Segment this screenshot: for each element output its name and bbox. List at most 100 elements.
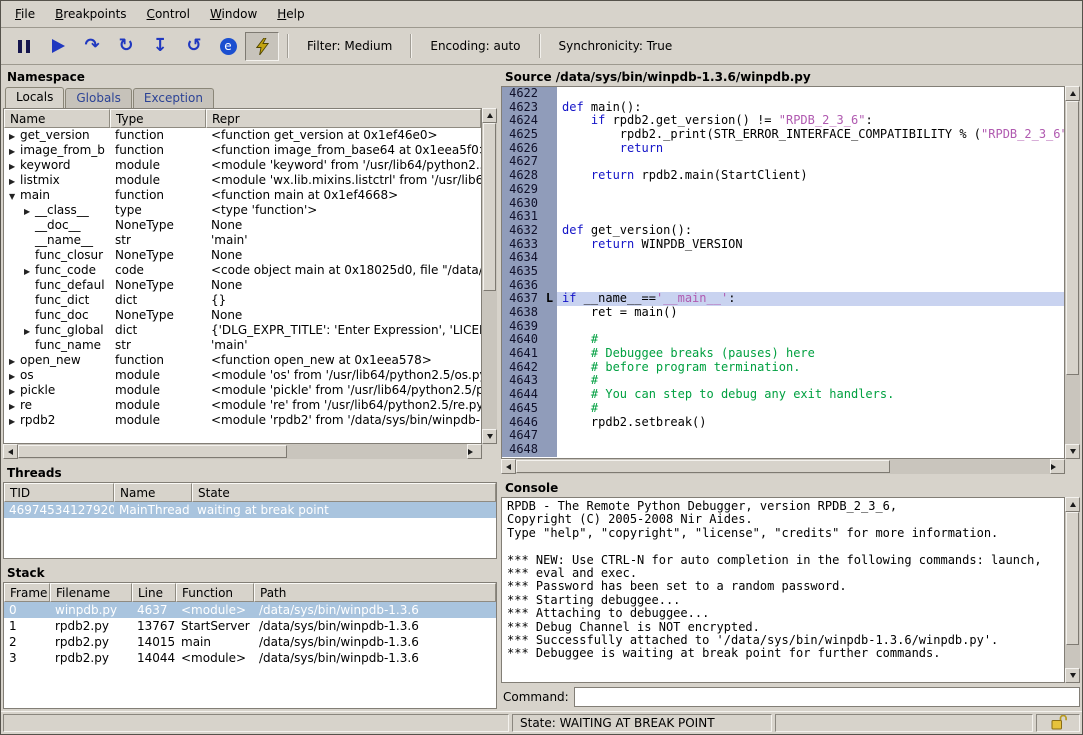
line-number[interactable]: 4634 — [502, 251, 542, 265]
namespace-row[interactable]: ▶remodule<module 're' from '/usr/lib64/p… — [4, 398, 481, 413]
stack-row[interactable]: 2rpdb2.py14015main/data/sys/bin/winpdb-1… — [4, 634, 496, 650]
line-number[interactable]: 4644 — [502, 388, 542, 402]
tab-globals[interactable]: Globals — [65, 88, 132, 108]
menu-item-breakpoints[interactable]: Breakpoints — [45, 3, 136, 25]
line-number[interactable]: 4623 — [502, 101, 542, 115]
expand-arrow-icon[interactable]: ▶ — [24, 264, 35, 278]
column-header-function[interactable]: Function — [176, 583, 254, 602]
column-header-name[interactable]: Name — [4, 109, 110, 128]
menu-item-window[interactable]: Window — [200, 3, 267, 25]
stack-row[interactable]: 0winpdb.py4637<module>/data/sys/bin/winp… — [4, 602, 496, 618]
namespace-row[interactable]: ▼mainfunction<function main at 0x1ef4668… — [4, 188, 481, 203]
namespace-row[interactable]: func_defaulNoneTypeNone — [4, 278, 481, 293]
scroll-thumb[interactable] — [483, 123, 496, 291]
breakpoint-margin[interactable] — [542, 197, 557, 211]
column-header-frame[interactable]: Frame — [4, 583, 50, 602]
menu-item-control[interactable]: Control — [137, 3, 200, 25]
expand-arrow-icon[interactable]: ▶ — [9, 414, 20, 428]
line-number[interactable]: 4630 — [502, 197, 542, 211]
namespace-row[interactable]: func_docNoneTypeNone — [4, 308, 481, 323]
line-number[interactable]: 4633 — [502, 238, 542, 252]
breakpoint-margin[interactable] — [542, 402, 557, 416]
column-header-tid[interactable]: TID — [4, 483, 114, 502]
tab-exception[interactable]: Exception — [133, 88, 214, 108]
line-number[interactable]: 4645 — [502, 402, 542, 416]
namespace-row[interactable]: ▶rpdb2module<module 'rpdb2' from '/data/… — [4, 413, 481, 428]
breakpoint-margin[interactable] — [542, 114, 557, 128]
breakpoint-margin[interactable] — [542, 210, 557, 224]
step-out-button[interactable]: ↧ — [143, 32, 177, 61]
breakpoint-margin[interactable] — [542, 429, 557, 443]
breakpoint-margin[interactable] — [542, 374, 557, 388]
column-header-path[interactable]: Path — [254, 583, 496, 602]
namespace-row[interactable]: func_dictdict{} — [4, 293, 481, 308]
breakpoint-margin[interactable] — [542, 155, 557, 169]
encoding-button[interactable]: e — [211, 32, 245, 61]
line-number[interactable]: 4626 — [502, 142, 542, 156]
expand-arrow-icon[interactable]: ▶ — [9, 144, 20, 158]
breakpoint-margin[interactable] — [542, 416, 557, 430]
step-into-button[interactable]: ↷ — [75, 32, 109, 61]
column-header-type[interactable]: Type — [110, 109, 206, 128]
console-output[interactable]: RPDB - The Remote Python Debugger, versi… — [501, 497, 1065, 683]
expand-arrow-icon[interactable]: ▶ — [9, 399, 20, 413]
scroll-up-button[interactable] — [1065, 86, 1080, 101]
namespace-row[interactable]: ▶listmixmodule<module 'wx.lib.mixins.lis… — [4, 173, 481, 188]
source-vscrollbar[interactable] — [1065, 86, 1080, 459]
console-vscrollbar[interactable] — [1065, 497, 1080, 683]
breakpoint-margin[interactable] — [542, 333, 557, 347]
expand-arrow-icon[interactable]: ▶ — [9, 354, 20, 368]
line-number[interactable]: 4648 — [502, 443, 542, 457]
breakpoint-margin[interactable] — [542, 101, 557, 115]
column-header-line[interactable]: Line — [132, 583, 176, 602]
line-number[interactable]: 4643 — [502, 374, 542, 388]
scroll-thumb[interactable] — [1066, 101, 1079, 375]
scroll-down-button[interactable] — [1065, 444, 1080, 459]
stack-row[interactable]: 3rpdb2.py14044<module>/data/sys/bin/winp… — [4, 650, 496, 666]
line-number[interactable]: 4635 — [502, 265, 542, 279]
scroll-up-button[interactable] — [1065, 497, 1080, 512]
namespace-row[interactable]: func_closurNoneTypeNone — [4, 248, 481, 263]
line-number[interactable]: 4629 — [502, 183, 542, 197]
namespace-row[interactable]: ▶keywordmodule<module 'keyword' from '/u… — [4, 158, 481, 173]
line-number[interactable]: 4647 — [502, 429, 542, 443]
break-button[interactable] — [7, 32, 41, 61]
breakpoint-margin[interactable] — [542, 361, 557, 375]
line-number[interactable]: 4636 — [502, 279, 542, 293]
scroll-track[interactable] — [1065, 512, 1080, 668]
breakpoint-margin[interactable] — [542, 347, 557, 361]
code-editor[interactable]: 46224623def main():4624 if rpdb2.get_ver… — [501, 86, 1065, 459]
breakpoint-margin[interactable] — [542, 128, 557, 142]
scroll-track[interactable] — [18, 444, 467, 459]
breakpoint-margin[interactable] — [542, 279, 557, 293]
namespace-row[interactable]: ▶open_newfunction<function open_new at 0… — [4, 353, 481, 368]
namespace-row[interactable]: ▶image_from_bfunction<function image_fro… — [4, 143, 481, 158]
breakpoint-margin[interactable] — [542, 320, 557, 334]
breakpoint-margin[interactable] — [542, 238, 557, 252]
run-to-cursor-button[interactable]: ↺ — [177, 32, 211, 61]
expand-arrow-icon[interactable]: ▶ — [9, 369, 20, 383]
line-number[interactable]: 4627 — [502, 155, 542, 169]
line-number[interactable]: 4637 — [502, 292, 542, 306]
line-number[interactable]: 4622 — [502, 87, 542, 101]
line-number[interactable]: 4646 — [502, 416, 542, 430]
line-number[interactable]: 4641 — [502, 347, 542, 361]
expand-arrow-icon[interactable]: ▶ — [9, 129, 20, 143]
breakpoint-margin[interactable] — [542, 251, 557, 265]
namespace-row[interactable]: func_namestr'main' — [4, 338, 481, 353]
collapse-arrow-icon[interactable]: ▼ — [9, 189, 20, 203]
stack-row[interactable]: 1rpdb2.py13767StartServer/data/sys/bin/w… — [4, 618, 496, 634]
breakpoint-margin[interactable] — [542, 265, 557, 279]
scroll-thumb[interactable] — [18, 445, 287, 458]
go-button[interactable] — [41, 32, 75, 61]
scroll-track[interactable] — [516, 459, 1050, 474]
step-over-button[interactable]: ↻ — [109, 32, 143, 61]
source-hscrollbar[interactable] — [501, 459, 1065, 474]
namespace-row[interactable]: ▶picklemodule<module 'pickle' from '/usr… — [4, 383, 481, 398]
line-number[interactable]: 4639 — [502, 320, 542, 334]
column-header-filename[interactable]: Filename — [50, 583, 132, 602]
column-header-state[interactable]: State — [192, 483, 496, 502]
scroll-left-button[interactable] — [3, 444, 18, 459]
scroll-track[interactable] — [1065, 101, 1080, 444]
namespace-row[interactable]: ▶osmodule<module 'os' from '/usr/lib64/p… — [4, 368, 481, 383]
